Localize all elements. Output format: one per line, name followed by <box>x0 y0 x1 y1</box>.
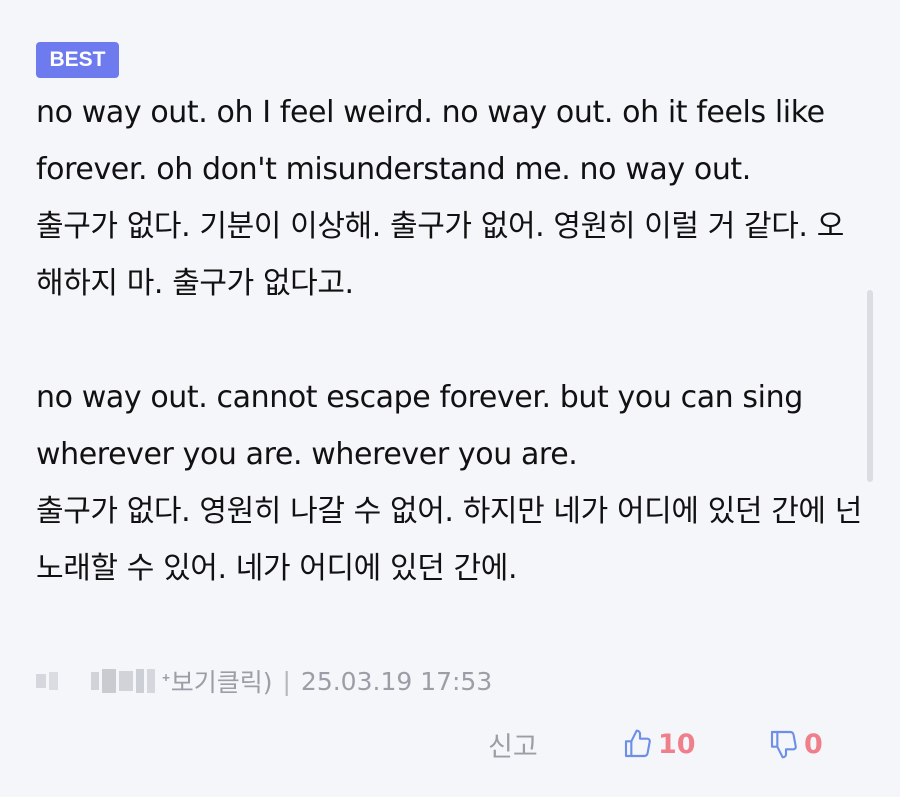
comment-line: no way out. oh I feel weird. no way out.… <box>36 95 825 187</box>
meta-separator: | <box>282 666 291 696</box>
timestamp: 25.03.19 17:53 <box>300 666 493 696</box>
like-count: 10 <box>658 728 696 760</box>
like-button[interactable]: 10 <box>622 722 696 766</box>
comment-line: 출구가 없다. 영원히 나갈 수 없어. 하지만 네가 어디에 있던 간에 넌 … <box>36 494 862 586</box>
comment-line: 출구가 없다. 기분이 이상해. 출구가 없어. 영원히 이럴 거 같다. 오해… <box>36 209 844 301</box>
author-name-blurred[interactable] <box>36 669 161 693</box>
comment-body: no way out. oh I feel weird. no way out.… <box>36 84 866 597</box>
thumbs-up-icon <box>624 729 651 758</box>
comment-line: no way out. cannot escape forever. but y… <box>36 380 803 472</box>
scrollbar-thumb[interactable] <box>867 290 873 482</box>
report-label: 신고 <box>488 731 538 763</box>
thumbs-down-icon <box>770 730 797 759</box>
comment-blank-line <box>36 312 866 369</box>
best-badge: BEST <box>36 42 119 78</box>
report-button[interactable]: 신고 <box>488 722 538 766</box>
comment-meta: ᐩ보기클릭) | 25.03.19 17:53 <box>36 663 492 699</box>
dislike-count: 0 <box>804 728 823 760</box>
author-suffix[interactable]: ᐩ보기클릭) <box>161 663 272 699</box>
dislike-button[interactable]: 0 <box>768 722 823 766</box>
